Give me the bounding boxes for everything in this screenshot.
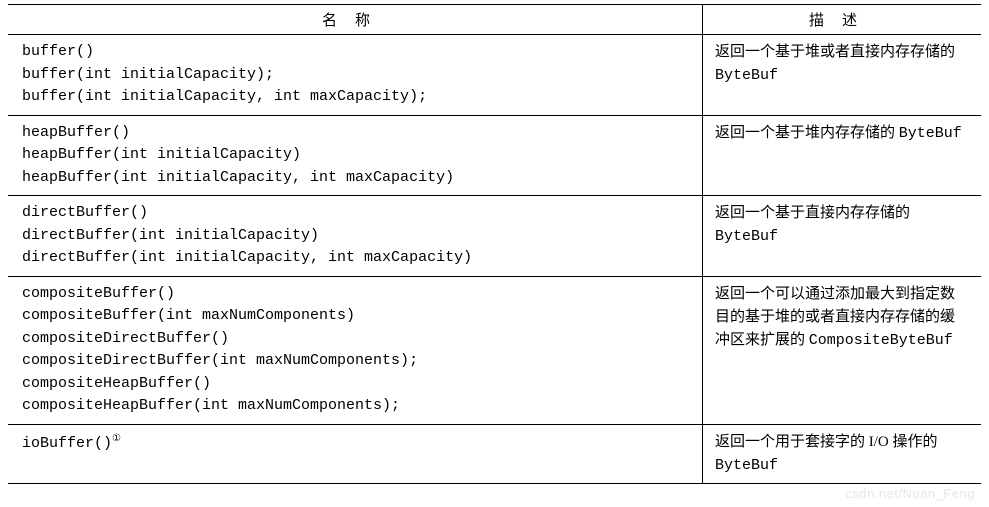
table-row: buffer() buffer(int initialCapacity); bu…: [8, 35, 981, 116]
header-desc: 描述: [703, 5, 981, 34]
table-row: directBuffer() directBuffer(int initialC…: [8, 196, 981, 277]
method-names: ioBuffer()①: [8, 425, 703, 484]
method-desc: 返回一个基于直接内存存储的 ByteBuf: [703, 196, 981, 276]
method-names: compositeBuffer() compositeBuffer(int ma…: [8, 277, 703, 424]
table-row: ioBuffer()① 返回一个用于套接字的 I/O 操作的 ByteBuf: [8, 425, 981, 485]
method-names: directBuffer() directBuffer(int initialC…: [8, 196, 703, 276]
header-name: 名称: [8, 5, 703, 34]
method-desc: 返回一个基于堆或者直接内存存储的 ByteBuf: [703, 35, 981, 115]
table-header-row: 名称 描述: [8, 4, 981, 35]
method-desc: 返回一个用于套接字的 I/O 操作的 ByteBuf: [703, 425, 981, 484]
method-desc: 返回一个基于堆内存存储的 ByteBuf: [703, 116, 981, 196]
api-table: 名称 描述 buffer() buffer(int initialCapacit…: [8, 4, 981, 484]
method-names: heapBuffer() heapBuffer(int initialCapac…: [8, 116, 703, 196]
table-row: heapBuffer() heapBuffer(int initialCapac…: [8, 116, 981, 197]
method-names: buffer() buffer(int initialCapacity); bu…: [8, 35, 703, 115]
method-desc: 返回一个可以通过添加最大到指定数目的基于堆的或者直接内存存储的缓冲区来扩展的 C…: [703, 277, 981, 424]
watermark: csdn.net/Nuan_Feng: [845, 486, 975, 501]
table-row: compositeBuffer() compositeBuffer(int ma…: [8, 277, 981, 425]
